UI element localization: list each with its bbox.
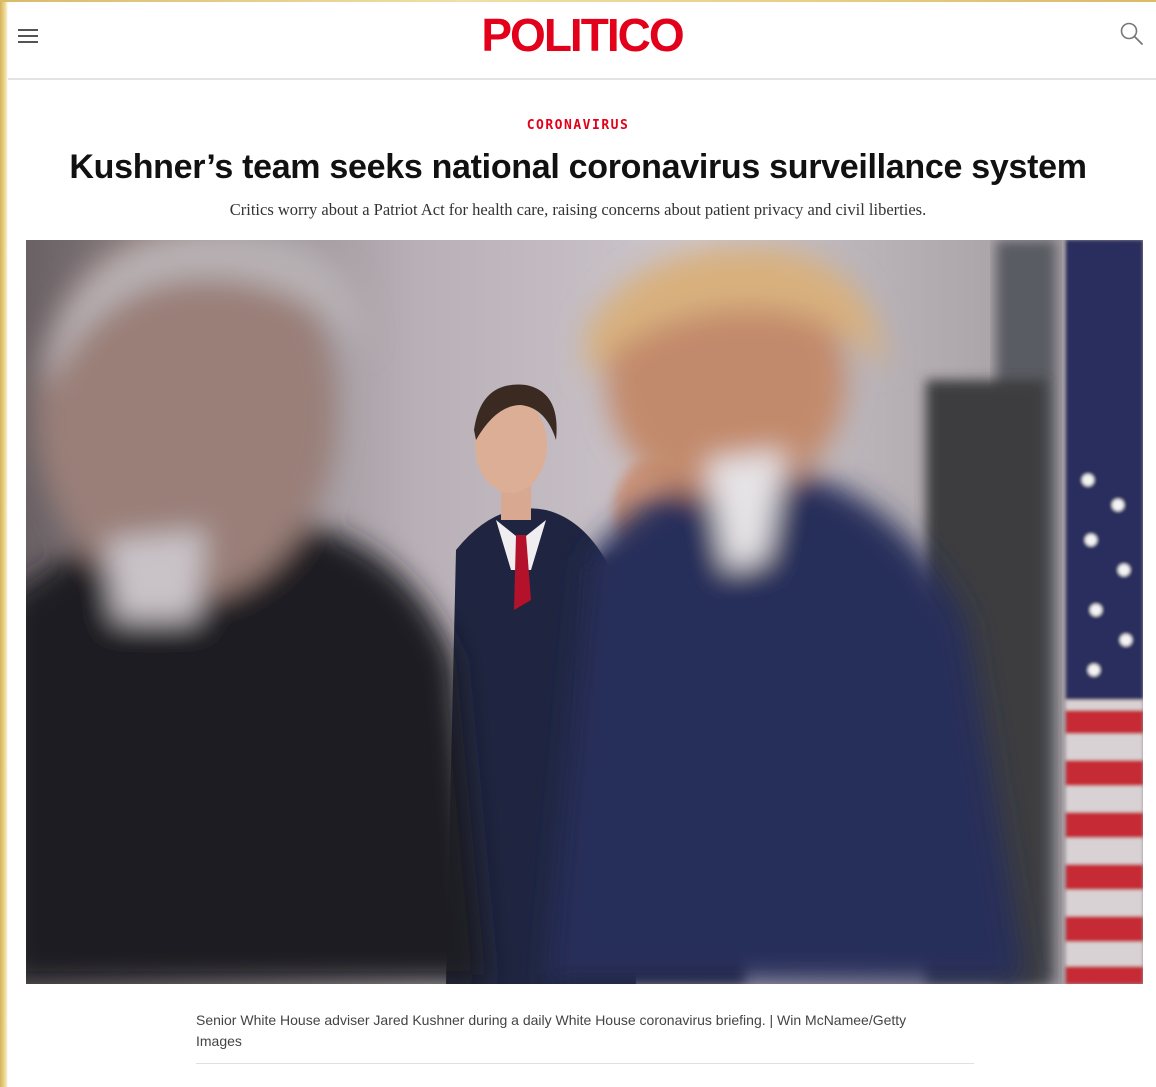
article-headline: Kushner’s team seeks national coronaviru… (69, 148, 1087, 186)
article-dek: Critics worry about a Patriot Act for he… (229, 200, 927, 219)
search-icon (1120, 22, 1143, 45)
search-button[interactable] (1118, 20, 1146, 48)
site-header: POLITICO (8, 2, 1156, 80)
caption-divider (196, 1063, 974, 1064)
section-kicker-link[interactable]: CORONAVIRUS (0, 118, 1156, 133)
politico-logo[interactable]: POLITICO (8, 7, 1156, 63)
lead-photo (26, 240, 1143, 984)
photo-caption: Senior White House adviser Jared Kushner… (196, 1012, 907, 1049)
